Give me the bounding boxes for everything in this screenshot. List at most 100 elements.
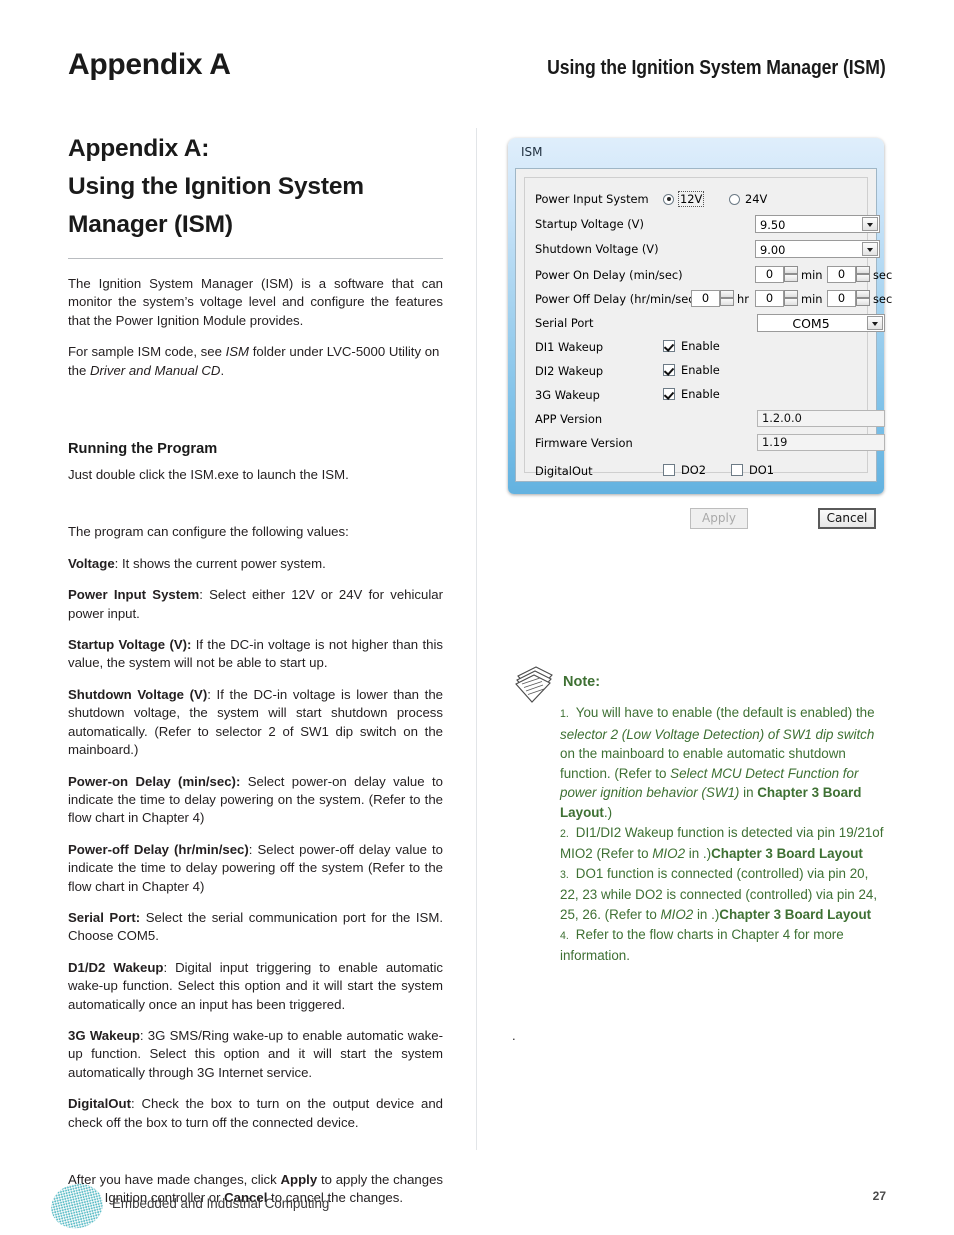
radio-12v-indicator [663, 193, 674, 205]
definition-item: Serial Port: Select the serial communica… [68, 909, 443, 946]
intro-paragraph: The Ignition System Manager (ISM) is a s… [68, 276, 443, 328]
combo-startup-voltage[interactable]: 9.50 [755, 215, 880, 233]
note-item-number: 3. [560, 868, 572, 881]
note-item: 2. DI1/DI2 Wakeup function is detected v… [560, 823, 890, 864]
spinner-down-icon[interactable] [784, 298, 798, 306]
field-firmware-version: 1.19 [757, 434, 885, 451]
spinner-power-off-sec-value[interactable]: 0 [827, 290, 856, 307]
cancel-button[interactable]: Cancel [818, 508, 876, 529]
checkbox-3g-label: Enable [681, 387, 720, 401]
row-power-on-delay: Power On Delay (min/sec) 0 min 0 sec [535, 266, 892, 285]
spinner-down-icon[interactable] [856, 274, 870, 282]
page-title: Appendix A: Using the Ignition System Ma… [68, 130, 443, 244]
checkbox-do1[interactable]: DO1 [731, 463, 774, 477]
label-di2-wakeup: DI2 Wakeup [535, 364, 604, 378]
row-app-version: APP Version 1.2.0.0 [535, 410, 885, 429]
spinner-up-down-icon[interactable] [784, 266, 798, 283]
ism-group-frame: Power Input System 12V 24V Startup Volta… [524, 177, 892, 529]
spinner-power-on-sec[interactable]: 0 [827, 266, 873, 283]
spinner-up-down-icon[interactable] [856, 266, 870, 283]
spinner-power-off-min-value[interactable]: 0 [755, 290, 784, 307]
definition-term: DigitalOut [68, 1096, 132, 1112]
spinner-power-off-hr[interactable]: 0 [691, 290, 737, 307]
note-item-fragment: .) [603, 804, 613, 820]
document-page: Appendix A Using the Ignition System Man… [0, 0, 954, 1235]
row-firmware-version: Firmware Version 1.19 [535, 434, 885, 453]
unit-power-off-sec: sec [873, 292, 893, 306]
definition-term: 3G Wakeup [68, 1027, 140, 1043]
note-item-fragment: in [739, 785, 758, 801]
row-power-input-system: Power Input System 12V 24V [535, 190, 859, 209]
apply-button[interactable]: Apply [690, 508, 748, 529]
spinner-up-icon[interactable] [720, 290, 734, 298]
label-startup-voltage: Startup Voltage (V) [535, 217, 644, 231]
note-paper-icon [515, 666, 553, 703]
page-title-line-1: Appendix A: [68, 135, 210, 162]
definition-item: Startup Voltage (V): If the DC-in voltag… [68, 636, 443, 673]
radio-24v[interactable]: 24V [729, 192, 767, 206]
definition-term: Voltage [68, 555, 115, 571]
ism-dialog-window[interactable]: ISM Power Input System 12V 24V Startup V… [508, 138, 892, 529]
definition-item: Power-off Delay (hr/min/sec): Select pow… [68, 841, 443, 896]
label-power-input-system: Power Input System [535, 192, 649, 206]
definition-item: Power-on Delay (min/sec): Select power-o… [68, 773, 443, 828]
chevron-down-icon[interactable] [862, 242, 878, 256]
page-title-line-3: Manager (ISM) [68, 211, 233, 238]
row-shutdown-voltage: Shutdown Voltage (V) 9.00 [535, 240, 880, 259]
spinner-up-down-icon[interactable] [856, 290, 870, 307]
chevron-down-icon[interactable] [862, 217, 878, 231]
note-item-fragment: selector 2 (Low Voltage Detection) of SW… [560, 726, 875, 742]
spinner-power-off-hr-value[interactable]: 0 [691, 290, 720, 307]
definition-item: Shutdown Voltage (V): If the DC-in volta… [68, 686, 443, 760]
combo-startup-voltage-value: 9.50 [760, 218, 786, 232]
spinner-power-on-min-value[interactable]: 0 [755, 266, 784, 283]
spinner-down-icon[interactable] [720, 298, 734, 306]
label-di1-wakeup: DI1 Wakeup [535, 340, 604, 354]
label-serial-port: Serial Port [535, 316, 594, 330]
company-logo-icon [51, 1183, 103, 1229]
combo-shutdown-voltage[interactable]: 9.00 [755, 240, 880, 258]
spinner-power-off-sec[interactable]: 0 [827, 290, 873, 307]
checkbox-di2-indicator [663, 364, 675, 376]
spinner-up-icon[interactable] [856, 290, 870, 298]
spinner-up-icon[interactable] [784, 290, 798, 298]
label-digitalout: DigitalOut [535, 464, 593, 478]
spinner-power-on-sec-value[interactable]: 0 [827, 266, 856, 283]
checkbox-do2-label: DO2 [681, 463, 706, 477]
note-item-fragment: Chapter 3 Board Layout [719, 906, 872, 922]
combo-serial-port[interactable]: COM5 [757, 314, 885, 332]
spinner-up-down-icon[interactable] [720, 290, 734, 307]
spinner-up-down-icon[interactable] [784, 290, 798, 307]
page-title-line-2: Using the Ignition System [68, 173, 364, 200]
spinner-power-off-min[interactable]: 0 [755, 290, 801, 307]
checkbox-di1-wakeup[interactable]: Enable [663, 339, 720, 353]
checkbox-di2-wakeup[interactable]: Enable [663, 363, 720, 377]
label-shutdown-voltage: Shutdown Voltage (V) [535, 242, 659, 256]
label-power-off-delay: Power Off Delay (hr/min/sec) [535, 292, 699, 306]
combo-serial-port-value: COM5 [792, 316, 830, 331]
radio-12v[interactable]: 12V [663, 191, 705, 207]
spinner-power-on-min[interactable]: 0 [755, 266, 801, 283]
sample-code-paragraph: For sample ISM code, see ISM folder unde… [68, 343, 443, 380]
subheading-running-the-program: Running the Program [68, 441, 218, 458]
label-firmware-version: Firmware Version [535, 436, 633, 450]
note-item-fragment: .) [702, 846, 712, 862]
note-item-fragment: Refer to the flow charts in Chapter 4 fo… [560, 926, 844, 964]
checkbox-3g-wakeup[interactable]: Enable [663, 387, 720, 401]
checkbox-do2[interactable]: DO2 [663, 463, 706, 477]
paragraph-spacer-3 [68, 1145, 443, 1171]
spinner-down-icon[interactable] [856, 298, 870, 306]
chevron-down-icon[interactable] [867, 316, 883, 330]
spinner-down-icon[interactable] [784, 274, 798, 282]
radio-12v-label: 12V [677, 191, 705, 207]
spinner-up-icon[interactable] [784, 266, 798, 274]
column-divider [476, 128, 477, 1150]
spinner-up-icon[interactable] [856, 266, 870, 274]
definition-term: Power-off Delay (hr/min/sec) [68, 841, 249, 857]
checkbox-do1-indicator [731, 464, 743, 476]
checkbox-di2-label: Enable [681, 363, 720, 377]
ism-title-bar[interactable]: ISM [508, 138, 884, 168]
definition-term: Shutdown Voltage (V) [68, 686, 208, 702]
note-item-fragment: Chapter 3 Board Layout [711, 846, 863, 862]
